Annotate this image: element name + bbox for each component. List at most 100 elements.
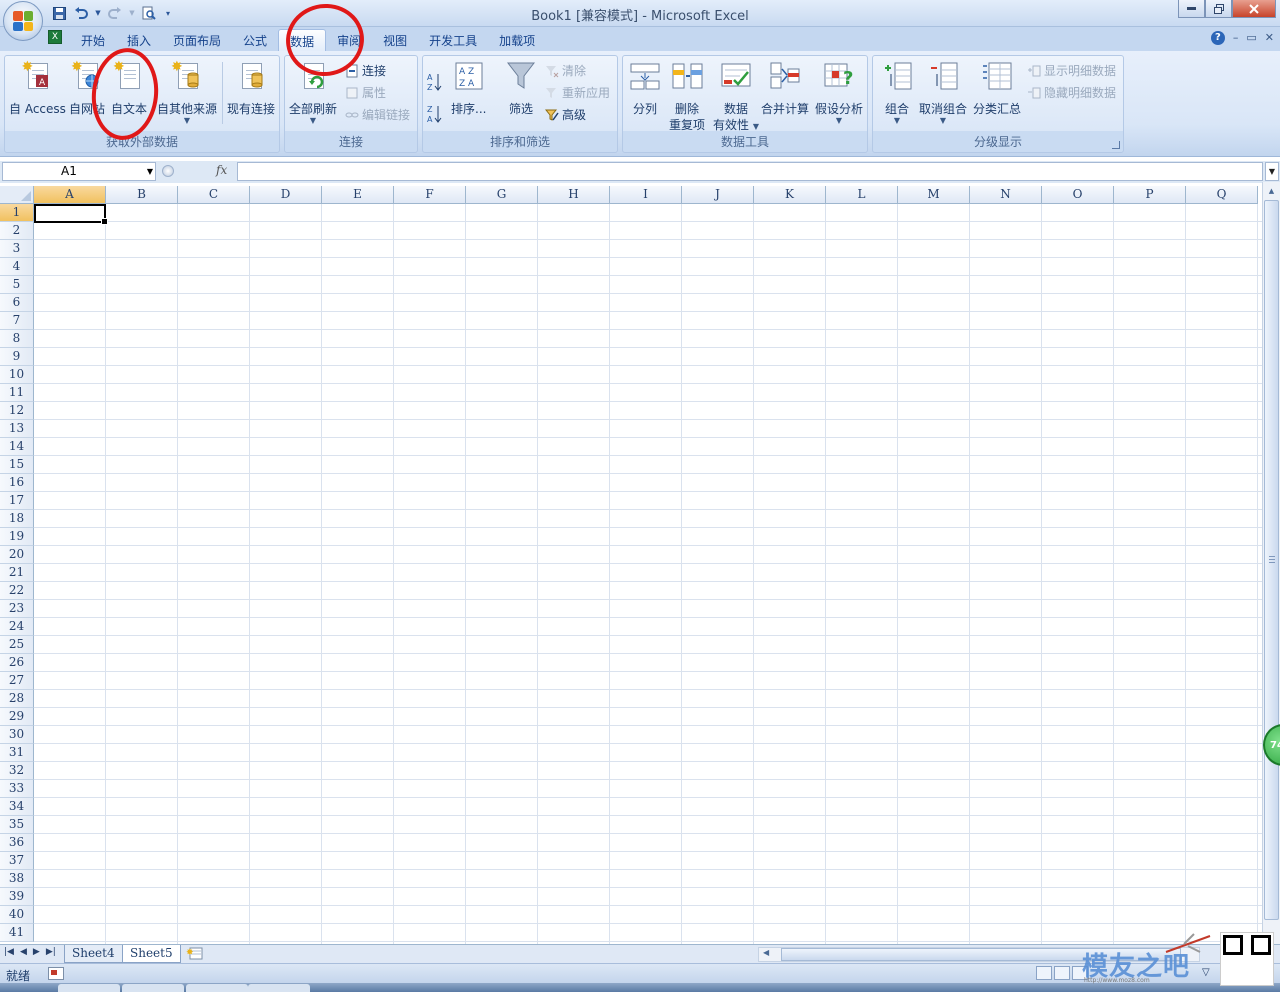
consolidate-button[interactable]: 合并计算 — [761, 60, 809, 117]
row-header[interactable]: 19 — [0, 528, 34, 546]
formula-input[interactable] — [237, 162, 1263, 181]
row-header[interactable]: 13 — [0, 420, 34, 438]
taskbar-item[interactable] — [122, 984, 184, 992]
column-header[interactable]: A — [34, 186, 106, 204]
properties-button[interactable]: 属性 — [345, 84, 386, 101]
column-header[interactable]: Q — [1186, 186, 1258, 204]
taskbar-item[interactable] — [186, 984, 248, 992]
group-button[interactable]: 组合 ▼ — [881, 60, 913, 125]
column-header[interactable]: H — [538, 186, 610, 204]
row-header[interactable]: 5 — [0, 276, 34, 294]
row-header[interactable]: 6 — [0, 294, 34, 312]
column-header[interactable]: G — [466, 186, 538, 204]
page-layout-view-icon[interactable] — [1054, 966, 1070, 980]
column-header[interactable]: D — [250, 186, 322, 204]
row-header[interactable]: 39 — [0, 888, 34, 906]
workbook-restore-icon[interactable]: ▭ — [1246, 31, 1256, 45]
last-sheet-icon[interactable]: ▶| — [46, 947, 56, 957]
filter-button[interactable]: 筛选 — [505, 60, 537, 117]
tab-page-layout[interactable]: 页面布局 — [162, 29, 232, 51]
row-header[interactable]: 22 — [0, 582, 34, 600]
sort-ascending-button[interactable]: AZ — [427, 72, 443, 92]
row-header[interactable]: 32 — [0, 762, 34, 780]
subtotal-button[interactable]: 分类汇总 — [973, 60, 1021, 117]
prev-sheet-icon[interactable]: ◀ — [20, 947, 27, 957]
text-to-columns-button[interactable]: 分列 — [629, 60, 661, 117]
ungroup-button[interactable]: 取消组合 ▼ — [919, 60, 967, 125]
row-header[interactable]: 38 — [0, 870, 34, 888]
column-header[interactable]: N — [970, 186, 1042, 204]
name-box[interactable]: A1 ▼ — [2, 162, 156, 181]
data-validation-button[interactable]: 数据 有效性 ▼ — [713, 60, 759, 133]
vertical-scrollbar[interactable]: ▲ ▼ — [1262, 182, 1280, 944]
advanced-filter-button[interactable]: 高级 — [545, 106, 586, 123]
dialog-launcher-icon[interactable] — [1112, 141, 1120, 149]
expand-formula-bar-icon[interactable]: ▼ — [1265, 162, 1279, 181]
insert-sheet-icon[interactable]: ✸ — [186, 947, 206, 961]
next-sheet-icon[interactable]: ▶ — [33, 947, 40, 957]
macro-record-icon[interactable] — [48, 967, 64, 980]
sort-descending-button[interactable]: ZA — [427, 104, 443, 124]
scroll-up-icon[interactable]: ▲ — [1265, 184, 1278, 198]
insert-function-button[interactable]: fx — [216, 163, 227, 177]
hide-detail-button[interactable]: 隐藏明细数据 — [1027, 84, 1116, 101]
first-sheet-icon[interactable]: |◀ — [4, 947, 14, 957]
remove-duplicates-button[interactable]: 删除 重复项 — [669, 60, 705, 133]
workbook-minimize-icon[interactable]: – — [1233, 31, 1239, 45]
tab-view[interactable]: 视图 — [372, 29, 418, 51]
column-header[interactable]: C — [178, 186, 250, 204]
clear-filter-button[interactable]: 清除 — [545, 62, 586, 79]
workbook-close-icon[interactable]: ✕ — [1265, 31, 1274, 45]
row-header[interactable]: 24 — [0, 618, 34, 636]
row-header[interactable]: 23 — [0, 600, 34, 618]
row-header[interactable]: 40 — [0, 906, 34, 924]
column-header[interactable]: M — [898, 186, 970, 204]
row-header[interactable]: 37 — [0, 852, 34, 870]
column-header[interactable]: J — [682, 186, 754, 204]
row-header[interactable]: 11 — [0, 384, 34, 402]
taskbar-item[interactable] — [248, 984, 310, 992]
scroll-left-icon[interactable]: ◀ — [763, 948, 769, 957]
row-header[interactable]: 21 — [0, 564, 34, 582]
help-icon[interactable]: ? — [1210, 31, 1225, 45]
row-header[interactable]: 30 — [0, 726, 34, 744]
sheet-tab-sheet5[interactable]: Sheet5 — [122, 945, 181, 963]
close-button[interactable] — [1232, 0, 1276, 18]
row-header[interactable]: 27 — [0, 672, 34, 690]
row-header[interactable]: 20 — [0, 546, 34, 564]
column-header[interactable]: L — [826, 186, 898, 204]
row-header[interactable]: 41 — [0, 924, 34, 942]
from-access-button[interactable]: ✸ A 自 Access — [9, 60, 66, 117]
row-header[interactable]: 15 — [0, 456, 34, 474]
row-header[interactable]: 16 — [0, 474, 34, 492]
cell-area[interactable] — [34, 204, 1262, 944]
resize-knob-icon[interactable] — [162, 165, 174, 177]
column-header[interactable]: P — [1114, 186, 1186, 204]
row-header[interactable]: 10 — [0, 366, 34, 384]
row-header[interactable]: 28 — [0, 690, 34, 708]
row-header[interactable]: 12 — [0, 402, 34, 420]
scroll-thumb[interactable] — [1264, 200, 1279, 920]
restore-button[interactable] — [1205, 0, 1232, 18]
row-header[interactable]: 26 — [0, 654, 34, 672]
row-header[interactable]: 18 — [0, 510, 34, 528]
row-header[interactable]: 3 — [0, 240, 34, 258]
minimize-button[interactable] — [1178, 0, 1205, 18]
row-header[interactable]: 4 — [0, 258, 34, 276]
column-header[interactable]: B — [106, 186, 178, 204]
active-cell[interactable] — [34, 204, 108, 225]
edit-links-button[interactable]: 编辑链接 — [345, 106, 410, 123]
row-header[interactable]: 33 — [0, 780, 34, 798]
row-header[interactable]: 9 — [0, 348, 34, 366]
office-button[interactable] — [3, 1, 43, 41]
row-header[interactable]: 14 — [0, 438, 34, 456]
column-header[interactable]: F — [394, 186, 466, 204]
chevron-down-icon[interactable]: ▼ — [147, 163, 153, 180]
from-other-sources-button[interactable]: ✸ 自其他来源 ▼ — [157, 60, 217, 125]
sheet-tab-sheet4[interactable]: Sheet4 — [64, 945, 123, 963]
column-header[interactable]: K — [754, 186, 826, 204]
tab-developer[interactable]: 开发工具 — [418, 29, 488, 51]
row-header[interactable]: 29 — [0, 708, 34, 726]
row-header[interactable]: 31 — [0, 744, 34, 762]
row-header[interactable]: 17 — [0, 492, 34, 510]
